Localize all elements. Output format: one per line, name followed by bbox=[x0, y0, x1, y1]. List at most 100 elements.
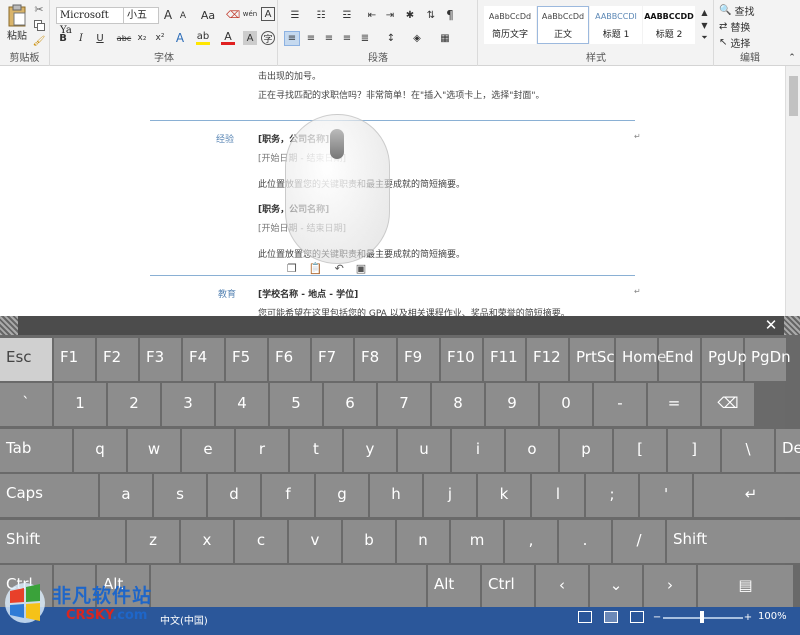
key-d[interactable]: d bbox=[208, 474, 260, 517]
language-indicator[interactable]: 中文(中国) bbox=[160, 612, 208, 627]
key-alt[interactable]: Alt bbox=[428, 565, 480, 608]
style-resume-text[interactable]: AaBbCcDd 简历文字 bbox=[484, 6, 536, 44]
key-f4[interactable]: F4 bbox=[183, 338, 224, 381]
strikethrough-button[interactable]: abc bbox=[115, 31, 133, 45]
collapse-ribbon-icon[interactable]: ⌃ bbox=[786, 52, 798, 64]
key-k[interactable]: k bbox=[478, 474, 530, 517]
key-minus[interactable]: - bbox=[594, 383, 646, 426]
styles-down-icon[interactable]: ▼ bbox=[698, 19, 711, 31]
shrink-font-button[interactable]: A bbox=[177, 10, 189, 22]
key-3[interactable]: 3 bbox=[162, 383, 214, 426]
key-right-arrow[interactable]: › bbox=[644, 565, 696, 608]
key-i[interactable]: i bbox=[452, 429, 504, 472]
key-j[interactable]: j bbox=[424, 474, 476, 517]
styles-up-icon[interactable]: ▲ bbox=[698, 6, 711, 18]
key-f6[interactable]: F6 bbox=[269, 338, 310, 381]
key-n[interactable]: n bbox=[397, 520, 449, 563]
key-f5[interactable]: F5 bbox=[226, 338, 267, 381]
italic-button[interactable]: I bbox=[75, 31, 87, 45]
key-period[interactable]: . bbox=[559, 520, 611, 563]
key-t[interactable]: t bbox=[290, 429, 342, 472]
key-tab[interactable]: Tab bbox=[0, 429, 72, 472]
key-a[interactable]: a bbox=[100, 474, 152, 517]
line-spacing-icon[interactable]: ↕ bbox=[381, 31, 401, 46]
decrease-indent-icon[interactable]: ⇤ bbox=[365, 8, 379, 22]
grow-font-button[interactable]: A bbox=[162, 8, 174, 22]
key-f10[interactable]: F10 bbox=[441, 338, 482, 381]
key-backslash[interactable]: \ bbox=[722, 429, 774, 472]
key-f[interactable]: f bbox=[262, 474, 314, 517]
key-w[interactable]: w bbox=[128, 429, 180, 472]
font-color-icon[interactable]: A bbox=[221, 30, 235, 45]
key-f7[interactable]: F7 bbox=[312, 338, 353, 381]
key-quote[interactable]: ' bbox=[640, 474, 692, 517]
zoom-out-icon[interactable]: − bbox=[653, 611, 661, 623]
subscript-button[interactable]: x₂ bbox=[135, 31, 149, 45]
key-f3[interactable]: F3 bbox=[140, 338, 181, 381]
key-r[interactable]: r bbox=[236, 429, 288, 472]
shading-icon[interactable]: ◈ bbox=[407, 31, 427, 46]
key-y[interactable]: y bbox=[344, 429, 396, 472]
style-normal[interactable]: AaBbCcDd 正文 bbox=[537, 6, 589, 44]
align-left-icon[interactable]: ≡ bbox=[284, 31, 300, 46]
key-p[interactable]: p bbox=[560, 429, 612, 472]
key-l[interactable]: l bbox=[532, 474, 584, 517]
paste-icon[interactable] bbox=[4, 4, 30, 28]
key-left-bracket[interactable]: [ bbox=[614, 429, 666, 472]
read-mode-icon[interactable] bbox=[578, 611, 592, 623]
key-c[interactable]: c bbox=[235, 520, 287, 563]
key-8[interactable]: 8 bbox=[432, 383, 484, 426]
key-pgup[interactable]: PgUp bbox=[702, 338, 747, 381]
style-heading-2[interactable]: AABBCCDD 标题 2 bbox=[643, 6, 695, 44]
key-end[interactable]: End bbox=[659, 338, 700, 381]
format-painter-icon[interactable]: 🖌 bbox=[32, 35, 46, 47]
phonetic-guide-button[interactable]: wén bbox=[242, 6, 258, 22]
key-z[interactable]: z bbox=[127, 520, 179, 563]
key-space[interactable] bbox=[151, 565, 426, 608]
keyboard-title-bar[interactable]: ✕ bbox=[0, 316, 800, 335]
key-h[interactable]: h bbox=[370, 474, 422, 517]
change-case-button[interactable]: Aa bbox=[197, 8, 219, 22]
distributed-icon[interactable]: ≣ bbox=[357, 31, 373, 46]
key-pgdn[interactable]: PgDn bbox=[745, 338, 791, 381]
cut-icon[interactable]: ✂ bbox=[32, 3, 46, 16]
enclose-char-icon[interactable]: 字 bbox=[261, 31, 275, 45]
key-del[interactable]: Del bbox=[776, 429, 800, 472]
key-g[interactable]: g bbox=[316, 474, 368, 517]
key-ctrl[interactable]: Ctrl bbox=[482, 565, 534, 608]
key-f2[interactable]: F2 bbox=[97, 338, 138, 381]
key-f9[interactable]: F9 bbox=[398, 338, 439, 381]
key-9[interactable]: 9 bbox=[486, 383, 538, 426]
key-4[interactable]: 4 bbox=[216, 383, 268, 426]
key-down-arrow[interactable]: ⌄ bbox=[590, 565, 642, 608]
key-backtick[interactable]: ` bbox=[0, 383, 52, 426]
key-x[interactable]: x bbox=[181, 520, 233, 563]
justify-icon[interactable]: ≡ bbox=[339, 31, 355, 46]
superscript-button[interactable]: x² bbox=[153, 31, 167, 45]
borders-icon[interactable]: ▦ bbox=[435, 31, 455, 46]
increase-indent-icon[interactable]: ⇥ bbox=[383, 8, 397, 22]
key-left-arrow[interactable]: ‹ bbox=[536, 565, 588, 608]
key-slash[interactable]: / bbox=[613, 520, 665, 563]
key-0[interactable]: 0 bbox=[540, 383, 592, 426]
paste-button[interactable]: 粘贴 bbox=[4, 28, 30, 42]
key-home[interactable]: Home bbox=[616, 338, 666, 381]
style-heading-1[interactable]: AABBCCDI 标题 1 bbox=[590, 6, 642, 44]
align-right-icon[interactable]: ≡ bbox=[321, 31, 337, 46]
numbering-icon[interactable]: ☷ bbox=[311, 8, 331, 22]
bullets-icon[interactable]: ☰ bbox=[285, 8, 305, 22]
key-enter[interactable]: ↵ bbox=[694, 474, 800, 517]
key-caps[interactable]: Caps bbox=[0, 474, 98, 517]
keyboard-close-button[interactable]: ✕ bbox=[762, 316, 780, 335]
key-right-bracket[interactable]: ] bbox=[668, 429, 720, 472]
key-7[interactable]: 7 bbox=[378, 383, 430, 426]
key-b[interactable]: b bbox=[343, 520, 395, 563]
key-comma[interactable]: , bbox=[505, 520, 557, 563]
zoom-slider-thumb[interactable] bbox=[700, 611, 704, 623]
key-f12[interactable]: F12 bbox=[527, 338, 568, 381]
show-marks-icon[interactable]: ¶ bbox=[443, 8, 457, 22]
zoom-level[interactable]: 100% bbox=[758, 611, 787, 622]
key-6[interactable]: 6 bbox=[324, 383, 376, 426]
copy-icon[interactable]: ❐ bbox=[287, 262, 297, 278]
replace-button[interactable]: ⇄ 替换 bbox=[719, 20, 779, 34]
